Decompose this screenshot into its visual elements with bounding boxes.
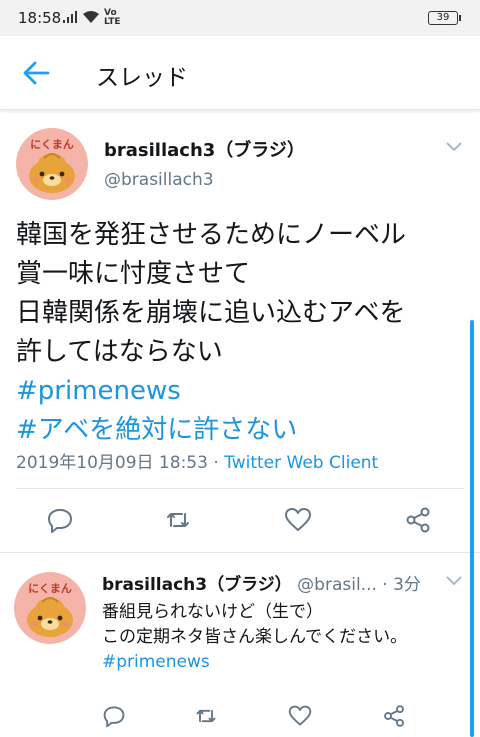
main-tweet: にくまん brasillach3（ブラジ） @brasillach3 韓国を発狂… <box>0 112 480 552</box>
reply-header: brasillach3（ブラジ） @brasil... · 3分 <box>102 570 421 595</box>
reply-icon[interactable] <box>46 506 74 534</box>
tweet-text-line: 賞一味に忖度させて <box>16 259 251 289</box>
tweet-timestamp: 2019年10月09日 18:53 <box>16 453 208 473</box>
hashtag-link[interactable]: #primenews <box>16 372 466 411</box>
arrow-left-icon[interactable] <box>22 60 50 86</box>
tweet-text-line: 日韓関係を崩壊に追い込むアベを <box>16 298 406 328</box>
divider <box>16 488 464 489</box>
like-icon[interactable] <box>284 506 312 534</box>
retweet-icon[interactable] <box>194 704 218 728</box>
status-bar: 18:58 Vo LTE 39 <box>0 0 480 36</box>
chevron-down-icon[interactable] <box>446 576 462 586</box>
reply-tweet[interactable]: にくまん brasillach3（ブラジ） @brasil... · 3分 番組… <box>0 554 480 737</box>
avatar[interactable]: にくまん <box>14 572 86 644</box>
reply-icon[interactable] <box>102 704 126 728</box>
signal-icon <box>63 11 77 23</box>
reply-text-line: この定期ネタ皆さん楽しんでください。 <box>102 627 408 647</box>
reply-text: 番組見られないけど（生で） この定期ネタ皆さん楽しんでください。 #primen… <box>102 600 407 675</box>
battery-level: 39 <box>436 12 450 23</box>
divider <box>0 552 480 553</box>
reply-text-line: 番組見られないけど（生で） <box>102 602 323 622</box>
scrollbar[interactable] <box>470 320 474 737</box>
display-name[interactable]: brasillach3（ブラジ） <box>104 136 305 162</box>
bear-bun-icon <box>29 153 75 193</box>
reply-time: · 3分 <box>382 575 421 595</box>
client-link[interactable]: Twitter Web Client <box>224 453 378 473</box>
display-name[interactable]: brasillach3（ブラジ） <box>102 575 292 595</box>
hashtag-link[interactable]: #primenews <box>102 650 407 675</box>
status-time: 18:58 <box>18 9 62 27</box>
avatar[interactable]: にくまん <box>16 128 88 200</box>
hashtag-link[interactable]: #アベを絶対に許さない <box>16 411 466 450</box>
user-handle[interactable]: @brasillach3 <box>104 170 214 190</box>
like-icon[interactable] <box>288 704 312 728</box>
meta-separator: · <box>213 453 219 473</box>
user-handle[interactable]: @brasil... <box>297 575 377 595</box>
chevron-down-icon[interactable] <box>446 142 462 152</box>
tweet-text-line: 許してはならない <box>16 337 223 367</box>
page-title: スレッド <box>96 65 188 91</box>
share-icon[interactable] <box>404 506 432 534</box>
wifi-icon <box>83 11 99 23</box>
tweet-text-line: 韓国を発狂させるためにノーベル <box>16 220 407 250</box>
bear-bun-icon <box>27 597 73 637</box>
volte-indicator: Vo LTE <box>104 8 121 27</box>
tweet-meta: 2019年10月09日 18:53 · Twitter Web Client <box>16 448 378 473</box>
share-icon[interactable] <box>382 704 406 728</box>
tweet-text: 韓国を発狂させるためにノーベル 賞一味に忖度させて 日韓関係を崩壊に追い込むアベ… <box>16 216 466 450</box>
battery-icon: 39 <box>428 11 461 25</box>
retweet-icon[interactable] <box>164 506 192 534</box>
app-bar: スレッド <box>0 36 480 110</box>
